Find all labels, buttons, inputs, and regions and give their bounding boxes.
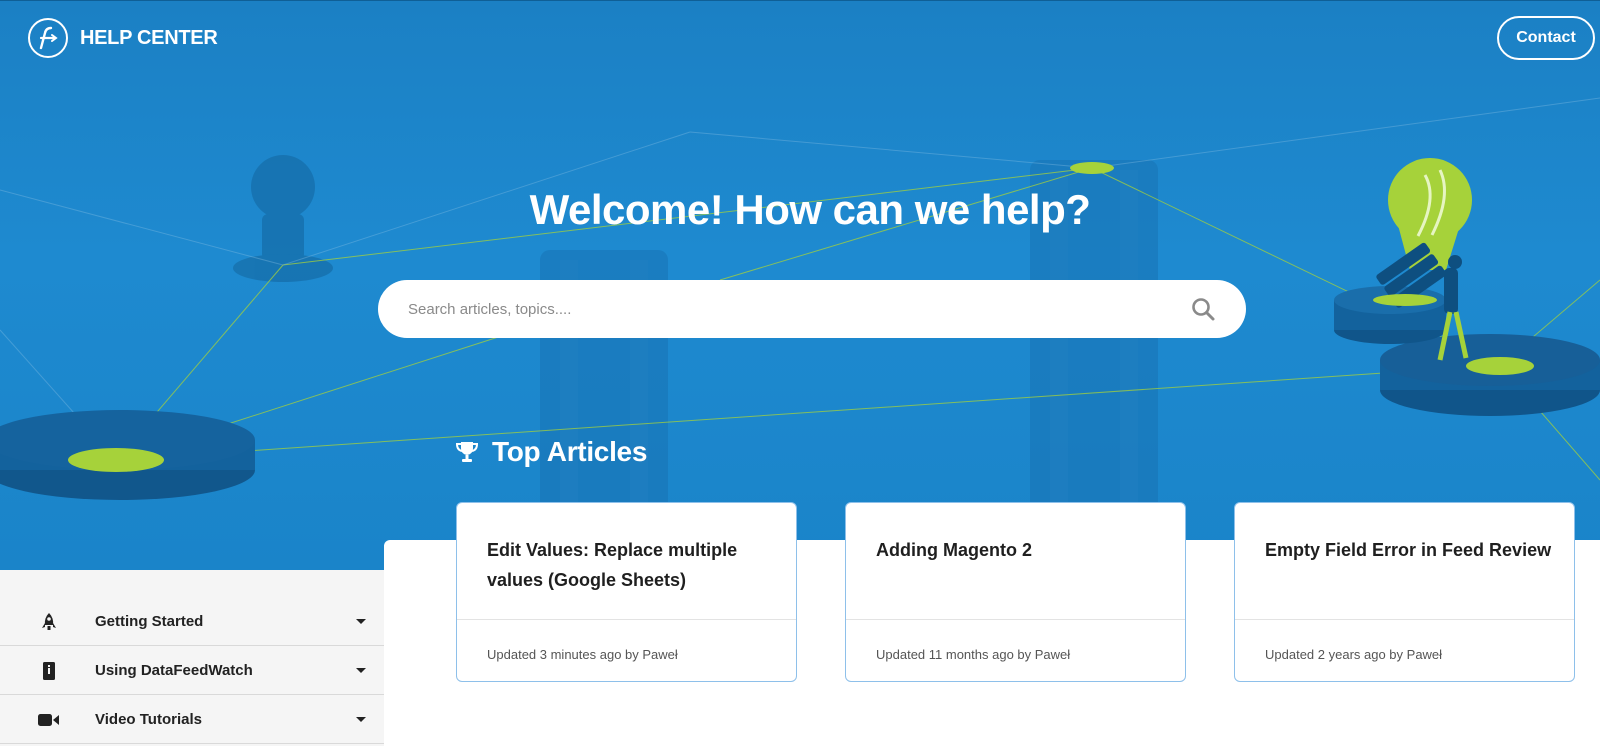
video-camera-icon (38, 709, 60, 731)
logo-text: HELP CENTER (80, 26, 218, 49)
hero-banner: HELP CENTER Contact Welcome! How can we … (0, 0, 1600, 570)
chevron-down-icon[interactable] (356, 668, 366, 673)
sidebar-item-label: Video Tutorials (95, 711, 202, 728)
chevron-down-icon[interactable] (356, 619, 366, 624)
top-border (0, 0, 1600, 1)
article-card[interactable]: Edit Values: Replace multiple values (Go… (456, 502, 797, 682)
page-title: Welcome! How can we help? (529, 186, 1091, 233)
article-card[interactable]: Empty Field Error in Feed Review Updated… (1234, 502, 1575, 682)
article-meta: Updated 11 months ago by Paweł (876, 647, 1071, 662)
contact-button[interactable]: Contact (1497, 16, 1595, 60)
rocket-icon (38, 611, 60, 633)
trophy-icon (456, 442, 478, 462)
sidebar-item-label: Using DataFeedWatch (95, 662, 253, 679)
sidebar-item-using-datafeedwatch[interactable]: Using DataFeedWatch (0, 647, 384, 695)
card-divider (1235, 619, 1574, 620)
article-meta: Updated 3 minutes ago by Paweł (487, 647, 678, 662)
sidebar-item-video-tutorials[interactable]: Video Tutorials (0, 696, 384, 744)
logo[interactable]: HELP CENTER (28, 18, 218, 58)
search-input[interactable] (408, 300, 1190, 318)
search-icon[interactable] (1190, 296, 1216, 322)
article-meta: Updated 2 years ago by Paweł (1265, 647, 1443, 662)
card-divider (846, 619, 1185, 620)
book-icon (38, 660, 60, 682)
top-articles-title: Top Articles (492, 436, 648, 467)
article-title[interactable]: Empty Field Error in Feed Review (1265, 535, 1555, 565)
article-title[interactable]: Edit Values: Replace multiple values (Go… (487, 535, 777, 595)
sidebar-item-label: Getting Started (95, 613, 204, 630)
article-title[interactable]: Adding Magento 2 (876, 535, 1166, 565)
search-bar[interactable] (378, 280, 1246, 338)
card-divider (457, 619, 796, 620)
article-card[interactable]: Adding Magento 2 Updated 11 months ago b… (845, 502, 1186, 682)
chevron-down-icon[interactable] (356, 717, 366, 722)
sidebar-item-getting-started[interactable]: Getting Started (0, 598, 384, 646)
top-articles-heading: Top Articles (456, 436, 647, 468)
logo-icon (28, 18, 68, 58)
sidebar: Getting Started Using DataFeedWatch Vide… (0, 570, 384, 746)
